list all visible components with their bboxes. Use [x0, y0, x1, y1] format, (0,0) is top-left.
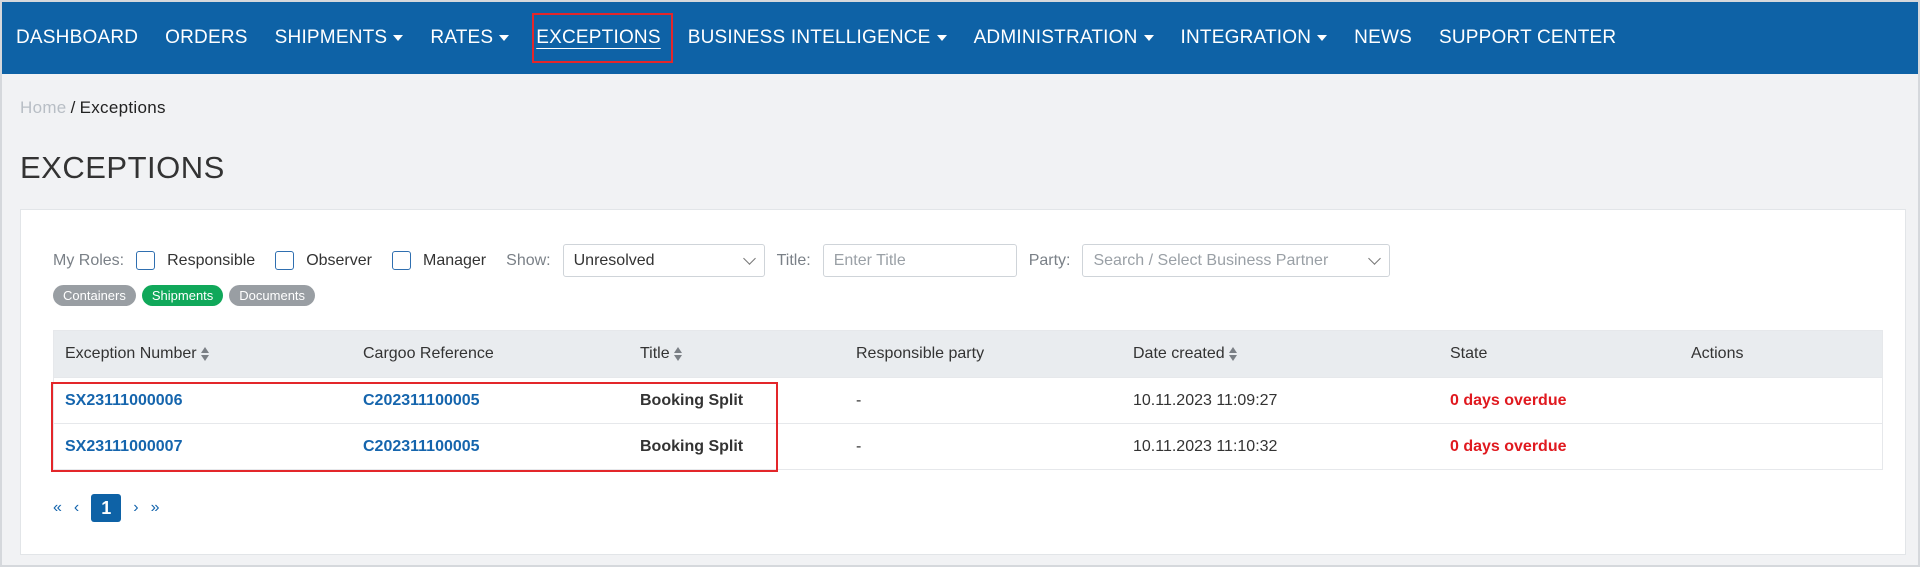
sort-icon[interactable] — [1228, 346, 1237, 362]
breadcrumb-separator: / — [70, 98, 76, 117]
nav-news[interactable]: NEWS — [1354, 27, 1412, 49]
page-title: EXCEPTIONS — [20, 150, 225, 185]
table-row: SX23111000007 C202311100005 Booking Spli… — [54, 423, 1882, 469]
header-state: State — [1450, 345, 1488, 362]
role-label: Observer — [306, 251, 372, 269]
role-observer-checkbox[interactable]: Observer — [275, 251, 372, 270]
show-label: Show: — [506, 251, 551, 269]
exception-number-link[interactable]: SX23111000007 — [65, 438, 182, 455]
party-select[interactable]: Search / Select Business Partner — [1082, 244, 1391, 277]
role-manager-checkbox[interactable]: Manager — [391, 251, 487, 270]
nav-rates[interactable]: RATES — [430, 27, 510, 49]
header-actions: Actions — [1691, 345, 1744, 362]
checkbox-box[interactable] — [275, 251, 295, 270]
cargoo-reference-link[interactable]: C202311100005 — [363, 392, 480, 409]
date-created-cell: 10.11.2023 11:09:27 — [1133, 391, 1278, 409]
checkbox-box[interactable] — [391, 251, 411, 270]
header-exception-number[interactable]: Exception Number — [54, 345, 352, 363]
nav-integration[interactable]: INTEGRATION — [1181, 27, 1328, 49]
nav-support-center[interactable]: SUPPORT CENTER — [1439, 27, 1616, 49]
state-cell: 0 days overdue — [1450, 437, 1567, 455]
role-label: Manager — [422, 251, 487, 269]
caret-down-icon — [499, 35, 510, 41]
tag-documents[interactable]: Documents — [229, 285, 316, 306]
title-label: Title: — [776, 251, 811, 269]
title-cell: Booking Split — [640, 437, 744, 455]
tag-containers[interactable]: Containers — [53, 285, 136, 306]
state-cell: 0 days overdue — [1450, 391, 1567, 409]
caret-down-icon — [1317, 35, 1328, 41]
top-navigation: DASHBOARD ORDERS SHIPMENTS RATES EXCEPTI… — [2, 2, 1918, 74]
role-responsible-checkbox[interactable]: Responsible — [136, 251, 255, 270]
show-select[interactable]: Unresolved — [562, 244, 765, 277]
prev-page-icon[interactable]: ‹ — [74, 499, 79, 517]
responsible-party-cell: - — [856, 437, 862, 455]
role-label: Responsible — [167, 251, 256, 269]
table-header: Exception Number Cargoo Reference Title … — [54, 331, 1882, 377]
nav-administration[interactable]: ADMINISTRATION — [974, 27, 1154, 49]
header-responsible-party: Responsible party — [856, 345, 985, 362]
header-date-created[interactable]: Date created — [1122, 345, 1439, 363]
nav-orders[interactable]: ORDERS — [165, 27, 248, 49]
breadcrumb-current: Exceptions — [79, 98, 166, 117]
breadcrumb-home-link[interactable]: Home — [20, 98, 67, 117]
responsible-party-cell: - — [856, 391, 862, 409]
chevron-down-icon — [742, 251, 756, 265]
breadcrumb: Home / Exceptions — [20, 98, 166, 118]
exceptions-table: Exception Number Cargoo Reference Title … — [53, 330, 1883, 470]
pagination: « ‹ 1 › » — [53, 494, 171, 522]
show-selected-value: Unresolved — [573, 251, 655, 269]
header-title[interactable]: Title — [629, 345, 845, 363]
type-tags: Containers Shipments Documents — [53, 285, 321, 306]
table-row: SX23111000006 C202311100005 Booking Spli… — [54, 377, 1882, 423]
title-cell: Booking Split — [640, 391, 744, 409]
page-1-button[interactable]: 1 — [91, 494, 122, 522]
caret-down-icon — [1143, 35, 1154, 41]
sort-icon[interactable] — [200, 346, 209, 362]
exceptions-panel: My Roles: Responsible Observer Manager S… — [20, 209, 1906, 555]
party-label: Party: — [1028, 251, 1071, 269]
nav-shipments[interactable]: SHIPMENTS — [275, 27, 404, 49]
title-input[interactable] — [822, 244, 1017, 277]
caret-down-icon — [393, 35, 404, 41]
filter-bar: My Roles: Responsible Observer Manager S… — [53, 244, 1391, 277]
header-cargoo-reference: Cargoo Reference — [363, 345, 494, 362]
chevron-down-icon — [1368, 251, 1382, 265]
nav-dashboard[interactable]: DASHBOARD — [16, 27, 138, 49]
nav-exceptions[interactable]: EXCEPTIONS — [532, 13, 674, 63]
checkbox-box[interactable] — [136, 251, 156, 270]
date-created-cell: 10.11.2023 11:10:32 — [1133, 437, 1278, 455]
next-page-icon[interactable]: › — [133, 499, 138, 517]
party-placeholder: Search / Select Business Partner — [1093, 251, 1329, 269]
first-page-icon[interactable]: « — [53, 499, 62, 517]
exception-number-link[interactable]: SX23111000006 — [65, 392, 182, 409]
roles-label: My Roles: — [53, 251, 125, 269]
cargoo-reference-link[interactable]: C202311100005 — [363, 438, 480, 455]
tag-shipments[interactable]: Shipments — [141, 285, 224, 306]
caret-down-icon — [936, 35, 947, 41]
last-page-icon[interactable]: » — [151, 499, 160, 517]
nav-business-intelligence[interactable]: BUSINESS INTELLIGENCE — [688, 27, 947, 49]
sort-icon[interactable] — [673, 346, 682, 362]
